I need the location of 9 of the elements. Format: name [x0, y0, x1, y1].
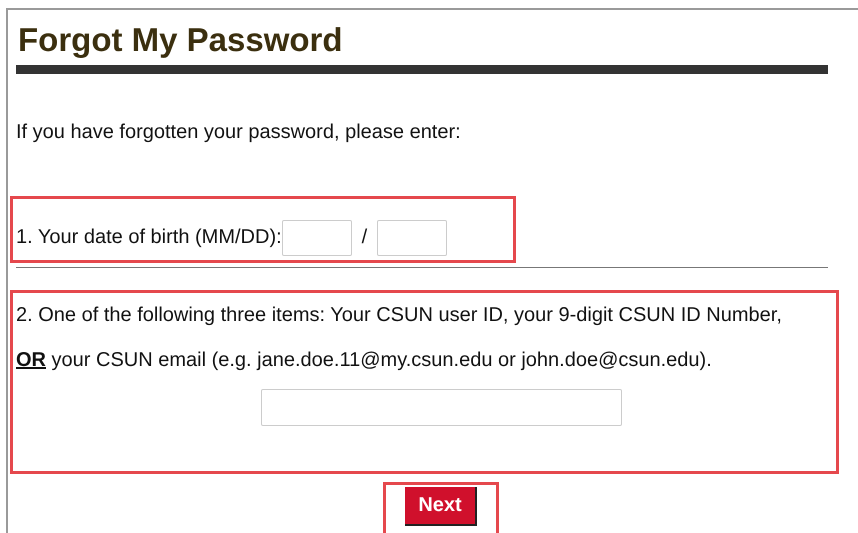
page-heading: Forgot My Password [18, 20, 344, 60]
id-field[interactable] [261, 389, 622, 426]
date-separator: / [362, 226, 368, 249]
next-button[interactable]: Next [405, 487, 477, 526]
intro-text: If you have forgotten your password, please enter: [16, 120, 462, 144]
field-label: 1. Your date of birth (MM/DD): [16, 226, 282, 249]
month-field[interactable] [282, 220, 352, 256]
day-field[interactable] [377, 220, 448, 256]
instruction-text: 2. One of the following three items: Your CSUN user ID, your 9-digit CSUN ID Number, OR your CSUN email (e.g. jane.doe.11@my.csun.edu or john.doe@csun.edu). [16, 303, 783, 373]
